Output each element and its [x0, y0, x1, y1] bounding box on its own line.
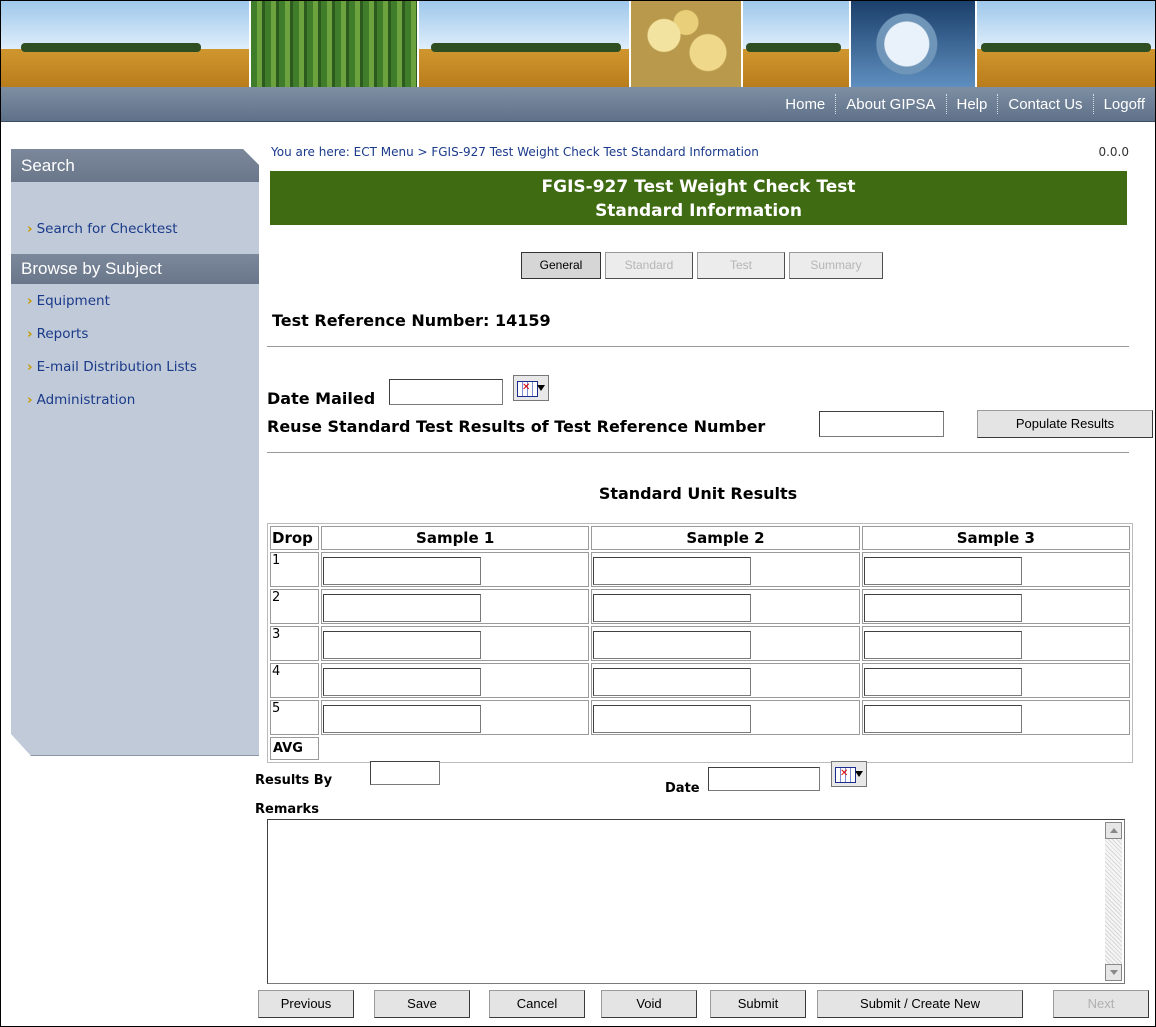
submit-create-new-button[interactable]: Submit / Create New [817, 990, 1023, 1018]
nav-home-link[interactable]: Home [775, 96, 835, 113]
next-button[interactable]: Next [1053, 990, 1149, 1018]
version-label: 0.0.0 [1098, 145, 1129, 159]
table-row: 2 [270, 589, 1130, 624]
lab-photo [849, 1, 977, 87]
table-row: 3 [270, 626, 1130, 661]
table-avg-row: AVG [270, 737, 1130, 760]
column-header-drop: Drop [270, 526, 319, 550]
nav-help-link[interactable]: Help [947, 96, 998, 113]
sidebar-item-administration[interactable]: Administration [27, 392, 136, 408]
search-checktest-link[interactable]: Search for Checktest [27, 221, 178, 237]
column-header-sample-3: Sample 3 [861, 526, 1130, 550]
scroll-down-button[interactable] [1105, 964, 1122, 981]
test-reference-number: Test Reference Number: 14159 [272, 311, 551, 330]
corn-photo [249, 1, 419, 87]
table-row: 1 [270, 552, 1130, 587]
sample-3-input[interactable] [863, 668, 1022, 696]
page-title-bar: FGIS-927 Test Weight Check Test Standard… [270, 171, 1127, 225]
column-header-sample-1: Sample 1 [321, 526, 590, 550]
nav-contact-link[interactable]: Contact Us [998, 96, 1092, 113]
populate-results-button[interactable]: Populate Results [977, 410, 1153, 438]
results-by-label: Results By [255, 773, 333, 788]
divider [267, 452, 1129, 453]
drop-number: 2 [270, 589, 319, 624]
dropdown-arrow-icon [855, 771, 863, 777]
drop-number: 3 [270, 626, 319, 661]
standard-unit-results-title: Standard Unit Results [598, 484, 798, 503]
page-frame: Home About GIPSA Help Contact Us Logoff … [0, 0, 1156, 1027]
chicks-photo [629, 1, 743, 87]
sample-1-input[interactable] [323, 668, 481, 696]
drop-number: 4 [270, 663, 319, 698]
sample-1-input[interactable] [323, 631, 481, 659]
sample-3-input[interactable] [863, 594, 1022, 622]
top-nav-bar: Home About GIPSA Help Contact Us Logoff [1, 87, 1155, 122]
sample-2-input[interactable] [593, 631, 752, 659]
remarks-scrollbar[interactable] [1105, 822, 1122, 981]
tab-test[interactable]: Test [697, 252, 785, 279]
nav-about-link[interactable]: About GIPSA [836, 96, 945, 113]
sample-2-input[interactable] [593, 668, 752, 696]
drop-number: 5 [270, 700, 319, 735]
cancel-button[interactable]: Cancel [489, 990, 585, 1018]
date-mailed-calendar-button[interactable]: ✕ [513, 375, 549, 401]
date-input[interactable] [708, 767, 820, 791]
sidebar-browse-heading: Browse by Subject [11, 254, 259, 284]
sample-2-input[interactable] [593, 705, 752, 733]
standard-unit-results-table: Drop Sample 1 Sample 2 Sample 3 1 2 3 4 … [267, 523, 1133, 763]
reuse-reference-input[interactable] [819, 411, 944, 437]
sample-1-input[interactable] [323, 557, 481, 585]
main-content: You are here: ECT Menu > FGIS-927 Test W… [255, 121, 1155, 1026]
sample-2-input[interactable] [593, 594, 752, 622]
sample-2-input[interactable] [593, 557, 752, 585]
remarks-textarea[interactable] [267, 819, 1125, 984]
table-header-row: Drop Sample 1 Sample 2 Sample 3 [270, 526, 1130, 550]
table-row: 4 [270, 663, 1130, 698]
remarks-label: Remarks [255, 802, 319, 817]
page-title-line2: Standard Information [595, 201, 802, 221]
sample-3-input[interactable] [863, 631, 1022, 659]
nav-logoff-link[interactable]: Logoff [1094, 96, 1155, 113]
arrow-down-icon [1110, 970, 1118, 975]
drop-number: 1 [270, 552, 319, 587]
sidebar-item-reports[interactable]: Reports [27, 326, 89, 342]
void-button[interactable]: Void [601, 990, 697, 1018]
column-header-sample-2: Sample 2 [591, 526, 860, 550]
sample-3-input[interactable] [863, 705, 1022, 733]
date-mailed-label: Date Mailed [267, 389, 376, 408]
sample-3-input[interactable] [863, 557, 1022, 585]
arrow-up-icon [1110, 828, 1118, 833]
sidebar-item-email-lists[interactable]: E-mail Distribution Lists [27, 359, 197, 375]
page-title-line1: FGIS-927 Test Weight Check Test [541, 177, 856, 197]
sample-1-input[interactable] [323, 705, 481, 733]
save-button[interactable]: Save [374, 990, 470, 1018]
date-label: Date [665, 781, 700, 796]
reuse-results-label: Reuse Standard Test Results of Test Refe… [267, 417, 766, 436]
header-banner [1, 1, 1155, 87]
sidebar-item-equipment[interactable]: Equipment [27, 293, 110, 309]
sample-1-input[interactable] [323, 594, 481, 622]
form-tabs: General Standard Test Summary [521, 252, 883, 279]
avg-label: AVG [270, 737, 319, 760]
submit-button[interactable]: Submit [710, 990, 806, 1018]
divider [267, 346, 1129, 347]
tab-general[interactable]: General [521, 252, 601, 279]
tab-summary[interactable]: Summary [789, 252, 883, 279]
sidebar: Search Search for Checktest Browse by Su… [11, 149, 259, 756]
results-by-input[interactable] [370, 761, 440, 785]
scroll-up-button[interactable] [1105, 822, 1122, 839]
sidebar-search-heading: Search [11, 149, 259, 182]
table-row: 5 [270, 700, 1130, 735]
dropdown-arrow-icon [537, 385, 545, 391]
tab-standard[interactable]: Standard [605, 252, 693, 279]
date-mailed-input[interactable] [389, 379, 503, 405]
breadcrumb: You are here: ECT Menu > FGIS-927 Test W… [271, 145, 759, 159]
previous-button[interactable]: Previous [258, 990, 354, 1018]
date-calendar-button[interactable]: ✕ [831, 761, 867, 787]
